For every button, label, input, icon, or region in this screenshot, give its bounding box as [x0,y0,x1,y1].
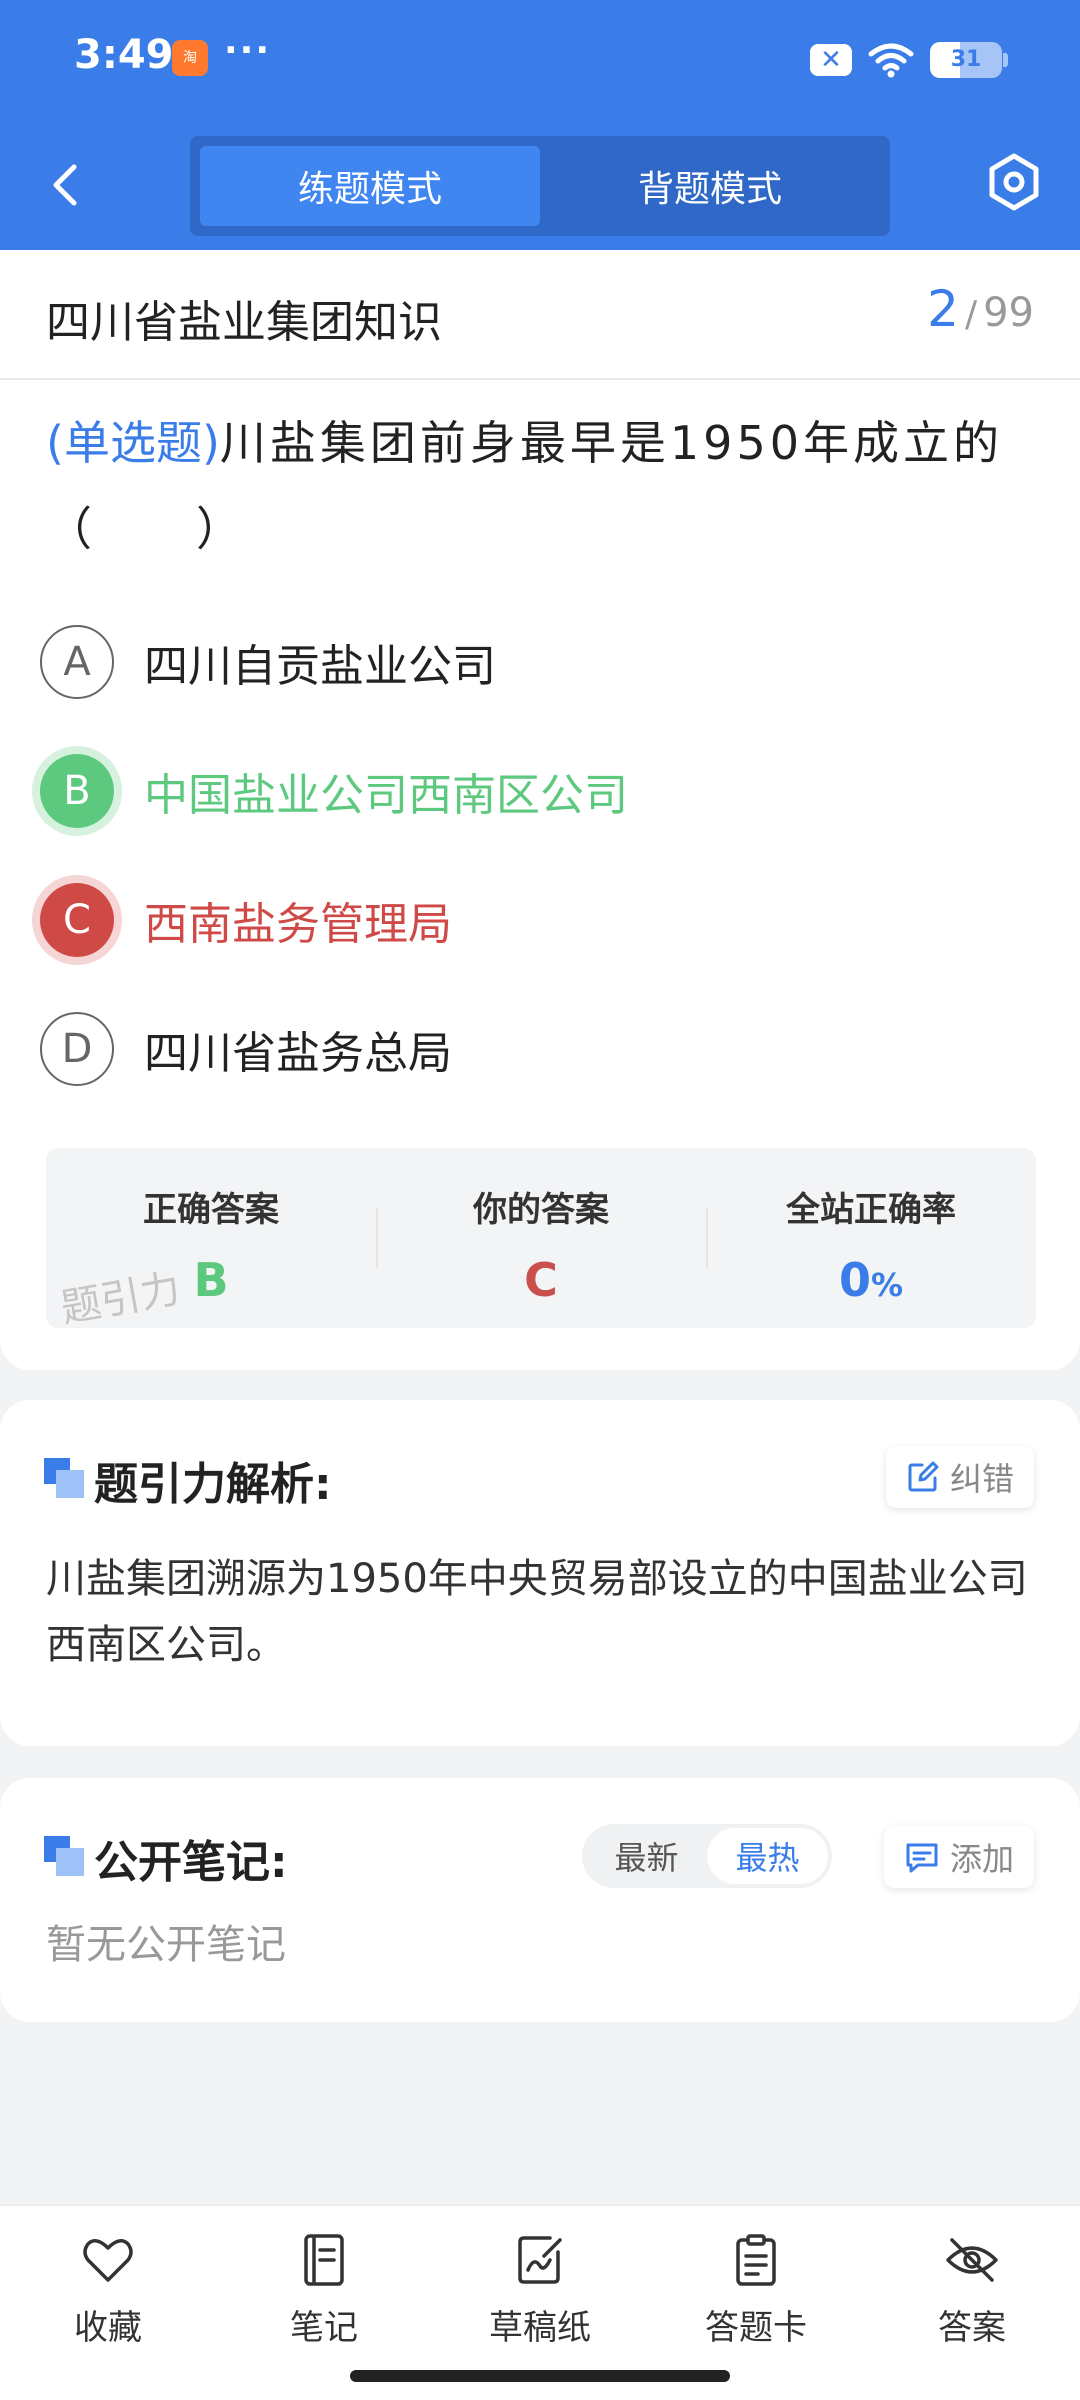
progress-total: 99 [983,290,1034,336]
status-bar: 3:49 淘 ··· ✕ 31 [0,0,1080,120]
wifi-icon [868,43,914,78]
status-indicators: ✕ 31 [810,38,1008,82]
question-type: (单选题) [46,416,220,470]
option-text: 四川省盐务总局 [144,1028,452,1079]
favorite-button[interactable]: 收藏 [18,2232,198,2362]
mode-switch: 练题模式 背题模式 [190,136,890,236]
notes-button[interactable]: 笔记 [234,2232,414,2362]
favorite-label: 收藏 [74,2308,142,2348]
no-sim-icon: ✕ [810,44,852,76]
clipboard-icon [736,2234,776,2286]
answer-sheet-label: 答题卡 [705,2308,807,2348]
edit-icon [908,1461,939,1492]
option-letter: D [40,1012,114,1086]
tab-memorize-mode[interactable]: 背题模式 [540,146,880,226]
notes-sort-toggle: 最新 最热 [582,1824,832,1888]
option-letter: A [40,625,114,699]
draft-edit-icon [518,2236,562,2284]
answer-summary: 正确答案 B 题引力 你的答案 C 全站正确率 0% [46,1148,1036,1328]
option-text: 中国盐业公司西南区公司 [144,770,628,821]
more-notifications-icon: ··· [224,30,272,71]
public-notes-card: 公开笔记: 最新 最热 添加 暂无公开笔记 [0,1778,1080,2022]
option-b[interactable]: B 中国盐业公司西南区公司 [40,741,1040,841]
site-accuracy-label: 全站正确率 [786,1190,956,1230]
scratch-paper-button[interactable]: 草稿纸 [450,2232,630,2362]
show-answer-label: 答案 [938,2308,1006,2348]
option-c[interactable]: C 西南盐务管理局 [40,870,1040,970]
option-letter: C [40,883,114,957]
add-note-button[interactable]: 添加 [883,1826,1034,1888]
option-text: 西南盐务管理局 [144,899,452,950]
home-indicator[interactable] [350,2370,730,2382]
your-answer-col: 你的答案 C [376,1148,706,1328]
shopping-app-icon: 淘 [172,40,208,76]
correct-answer-label: 正确答案 [143,1190,279,1230]
heart-icon [83,2239,133,2282]
question-card: 四川省盐业集团知识 2/99 (单选题)川盐集团前身最早是1950年成立的（ ）… [0,250,1080,1370]
analysis-text: 川盐集团溯源为1950年中央贸易部设立的中国盐业公司西南区公司。 [46,1556,1028,1668]
progress-separator: / [964,294,978,335]
app-header: 3:49 淘 ··· ✕ 31 练题模式 背题模式 [0,0,1080,250]
eye-off-icon [946,2238,998,2282]
topic-title: 四川省盐业集团知识 [46,297,442,348]
notebook-icon [304,2234,344,2286]
your-answer-label: 你的答案 [473,1190,609,1230]
site-accuracy-col: 全站正确率 0% [706,1148,1036,1328]
report-error-button[interactable]: 纠错 [885,1446,1034,1508]
add-note-label: 添加 [949,1840,1014,1878]
status-time: 3:49 [74,32,174,78]
scratch-paper-label: 草稿纸 [489,2308,591,2348]
notes-label: 笔记 [290,2308,358,2348]
comment-icon [906,1843,938,1873]
battery-level: 31 [950,47,982,72]
question-text: (单选题)川盐集团前身最早是1950年成立的（ ） [46,400,1036,572]
option-d[interactable]: D 四川省盐务总局 [40,999,1040,1099]
report-error-label: 纠错 [949,1460,1014,1498]
site-accuracy-value: 0% [706,1253,1036,1307]
option-a[interactable]: A 四川自贡盐业公司 [40,612,1040,712]
back-button[interactable] [40,155,90,215]
site-accuracy-unit: % [870,1266,904,1304]
question-progress[interactable]: 2/99 [927,280,1034,338]
tab-practice-mode[interactable]: 练题模式 [200,146,540,226]
your-answer-value: C [524,1253,558,1307]
notes-empty-text: 暂无公开笔记 [46,1922,286,1968]
show-answer-button[interactable]: 答案 [882,2232,1062,2362]
gear-icon [989,153,1039,211]
correct-answer-col: 正确答案 B 题引力 [46,1148,376,1328]
sort-hottest[interactable]: 最热 [707,1828,828,1884]
battery-icon: 31 [930,42,1008,78]
analysis-title: 题引力解析: [94,1459,332,1510]
option-text: 四川自贡盐业公司 [144,641,496,692]
option-letter: B [40,754,114,828]
chevron-left-icon [53,164,77,206]
analysis-card: 题引力解析: 纠错 川盐集团溯源为1950年中央贸易部设立的中国盐业公司西南区公… [0,1400,1080,1746]
site-accuracy-number: 0 [838,1253,871,1307]
section-square-icon [44,1458,84,1498]
notes-title: 公开笔记: [94,1837,288,1888]
topic-row: 四川省盐业集团知识 2/99 [0,250,1080,380]
settings-button[interactable] [982,150,1046,214]
progress-current: 2 [927,280,959,338]
answer-sheet-button[interactable]: 答题卡 [666,2232,846,2362]
section-square-icon [44,1836,84,1876]
sort-newest[interactable]: 最新 [586,1828,707,1884]
